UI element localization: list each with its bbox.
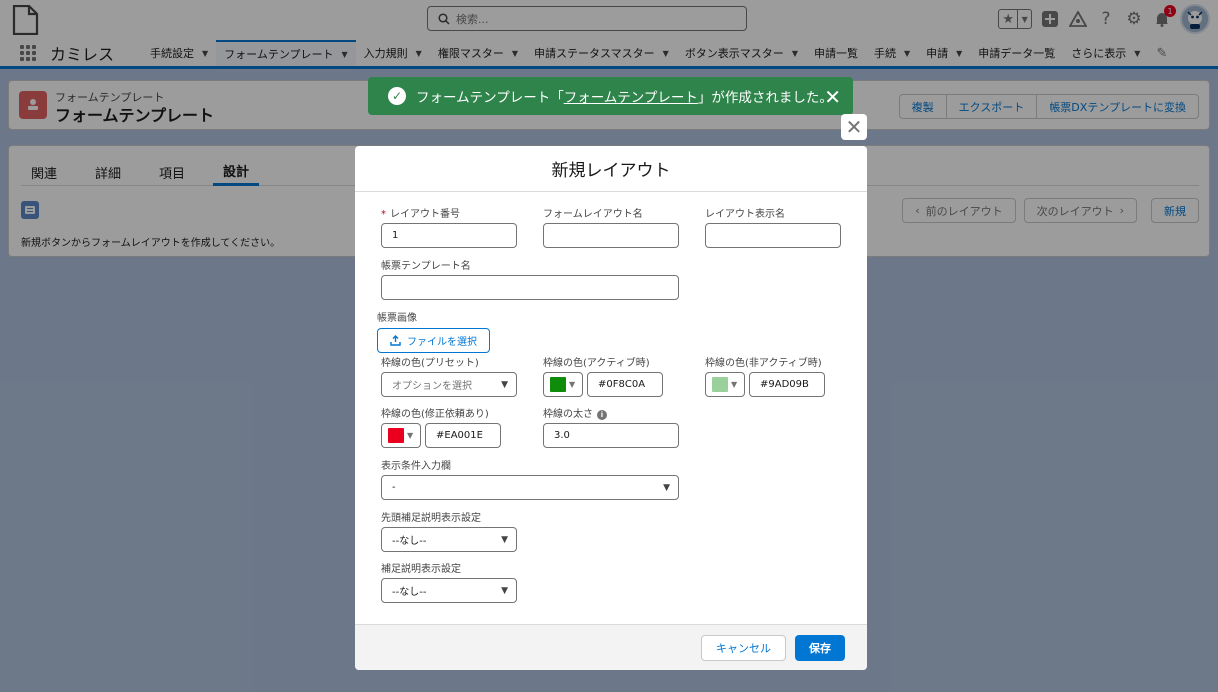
toast-record-link[interactable]: フォームテンプレート bbox=[564, 86, 698, 106]
border-active-color-picker[interactable]: ▼ bbox=[543, 372, 583, 397]
info-icon[interactable]: i bbox=[597, 410, 607, 420]
border-revision-color-picker[interactable]: ▼ bbox=[381, 423, 421, 448]
chevron-down-icon: ▼ bbox=[663, 482, 670, 493]
template-image-field: 帳票画像 ファイルを選択 bbox=[377, 312, 490, 353]
layout-display-name-field: レイアウト表示名 bbox=[705, 208, 841, 248]
border-active-field: 枠線の色(アクティブ時) ▼ #0F8C0A bbox=[543, 357, 663, 397]
border-inactive-color-picker[interactable]: ▼ bbox=[705, 372, 745, 397]
border-inactive-color-input[interactable]: #9AD09B bbox=[749, 372, 825, 397]
border-inactive-field: 枠線の色(非アクティブ時) ▼ #9AD09B bbox=[705, 357, 825, 397]
color-swatch bbox=[388, 428, 404, 443]
modal-close-icon[interactable]: ✕ bbox=[841, 114, 867, 140]
required-marker: * bbox=[381, 209, 386, 220]
template-name-field: 帳票テンプレート名 bbox=[381, 260, 679, 300]
template-name-input[interactable] bbox=[381, 275, 679, 300]
chevron-down-icon: ▼ bbox=[501, 534, 508, 545]
leading-help-field: 先頭補足説明表示設定 --なし-- ▼ bbox=[381, 512, 517, 552]
border-width-field: 枠線の太さ i 3.0 bbox=[543, 408, 679, 448]
cancel-button[interactable]: キャンセル bbox=[701, 634, 786, 661]
chevron-down-icon: ▼ bbox=[501, 585, 508, 596]
border-preset-select[interactable]: オプションを選択 ▼ bbox=[381, 372, 517, 397]
form-layout-name-input[interactable] bbox=[543, 223, 679, 248]
border-active-color-input[interactable]: #0F8C0A bbox=[587, 372, 663, 397]
help-display-select[interactable]: --なし-- ▼ bbox=[381, 578, 517, 603]
new-layout-modal: 新規レイアウト * レイアウト番号 1 フォームレイアウト名 レイアウト表示名 帳… bbox=[355, 146, 867, 670]
help-display-field: 補足説明表示設定 --なし-- ▼ bbox=[381, 563, 517, 603]
layout-display-name-input[interactable] bbox=[705, 223, 841, 248]
border-width-input[interactable]: 3.0 bbox=[543, 423, 679, 448]
modal-title: 新規レイアウト bbox=[355, 146, 867, 192]
chevron-down-icon: ▼ bbox=[569, 380, 576, 389]
upload-icon bbox=[390, 335, 401, 346]
color-swatch bbox=[550, 377, 566, 392]
layout-number-input[interactable]: 1 bbox=[381, 223, 517, 248]
modal-footer: キャンセル 保存 bbox=[355, 624, 867, 670]
display-condition-select[interactable]: - ▼ bbox=[381, 475, 679, 500]
chevron-down-icon: ▼ bbox=[407, 431, 414, 440]
color-swatch bbox=[712, 377, 728, 392]
border-revision-color-input[interactable]: #EA001E bbox=[425, 423, 501, 448]
chevron-down-icon: ▼ bbox=[501, 379, 508, 390]
success-toast: ✓ フォームテンプレート「 フォームテンプレート 」が作成されました。 ✕ bbox=[368, 77, 853, 115]
border-preset-field: 枠線の色(プリセット) オプションを選択 ▼ bbox=[381, 357, 517, 397]
success-check-icon: ✓ bbox=[388, 87, 406, 105]
border-revision-field: 枠線の色(修正依頼あり) ▼ #EA001E bbox=[381, 408, 501, 448]
layout-number-field: * レイアウト番号 1 bbox=[381, 208, 517, 248]
chevron-down-icon: ▼ bbox=[731, 380, 738, 389]
form-layout-name-field: フォームレイアウト名 bbox=[543, 208, 679, 248]
save-button[interactable]: 保存 bbox=[795, 634, 845, 661]
select-file-button[interactable]: ファイルを選択 bbox=[377, 328, 490, 353]
leading-help-select[interactable]: --なし-- ▼ bbox=[381, 527, 517, 552]
close-icon[interactable]: ✕ bbox=[824, 85, 841, 109]
display-condition-field: 表示条件入力欄 - ▼ bbox=[381, 460, 679, 500]
